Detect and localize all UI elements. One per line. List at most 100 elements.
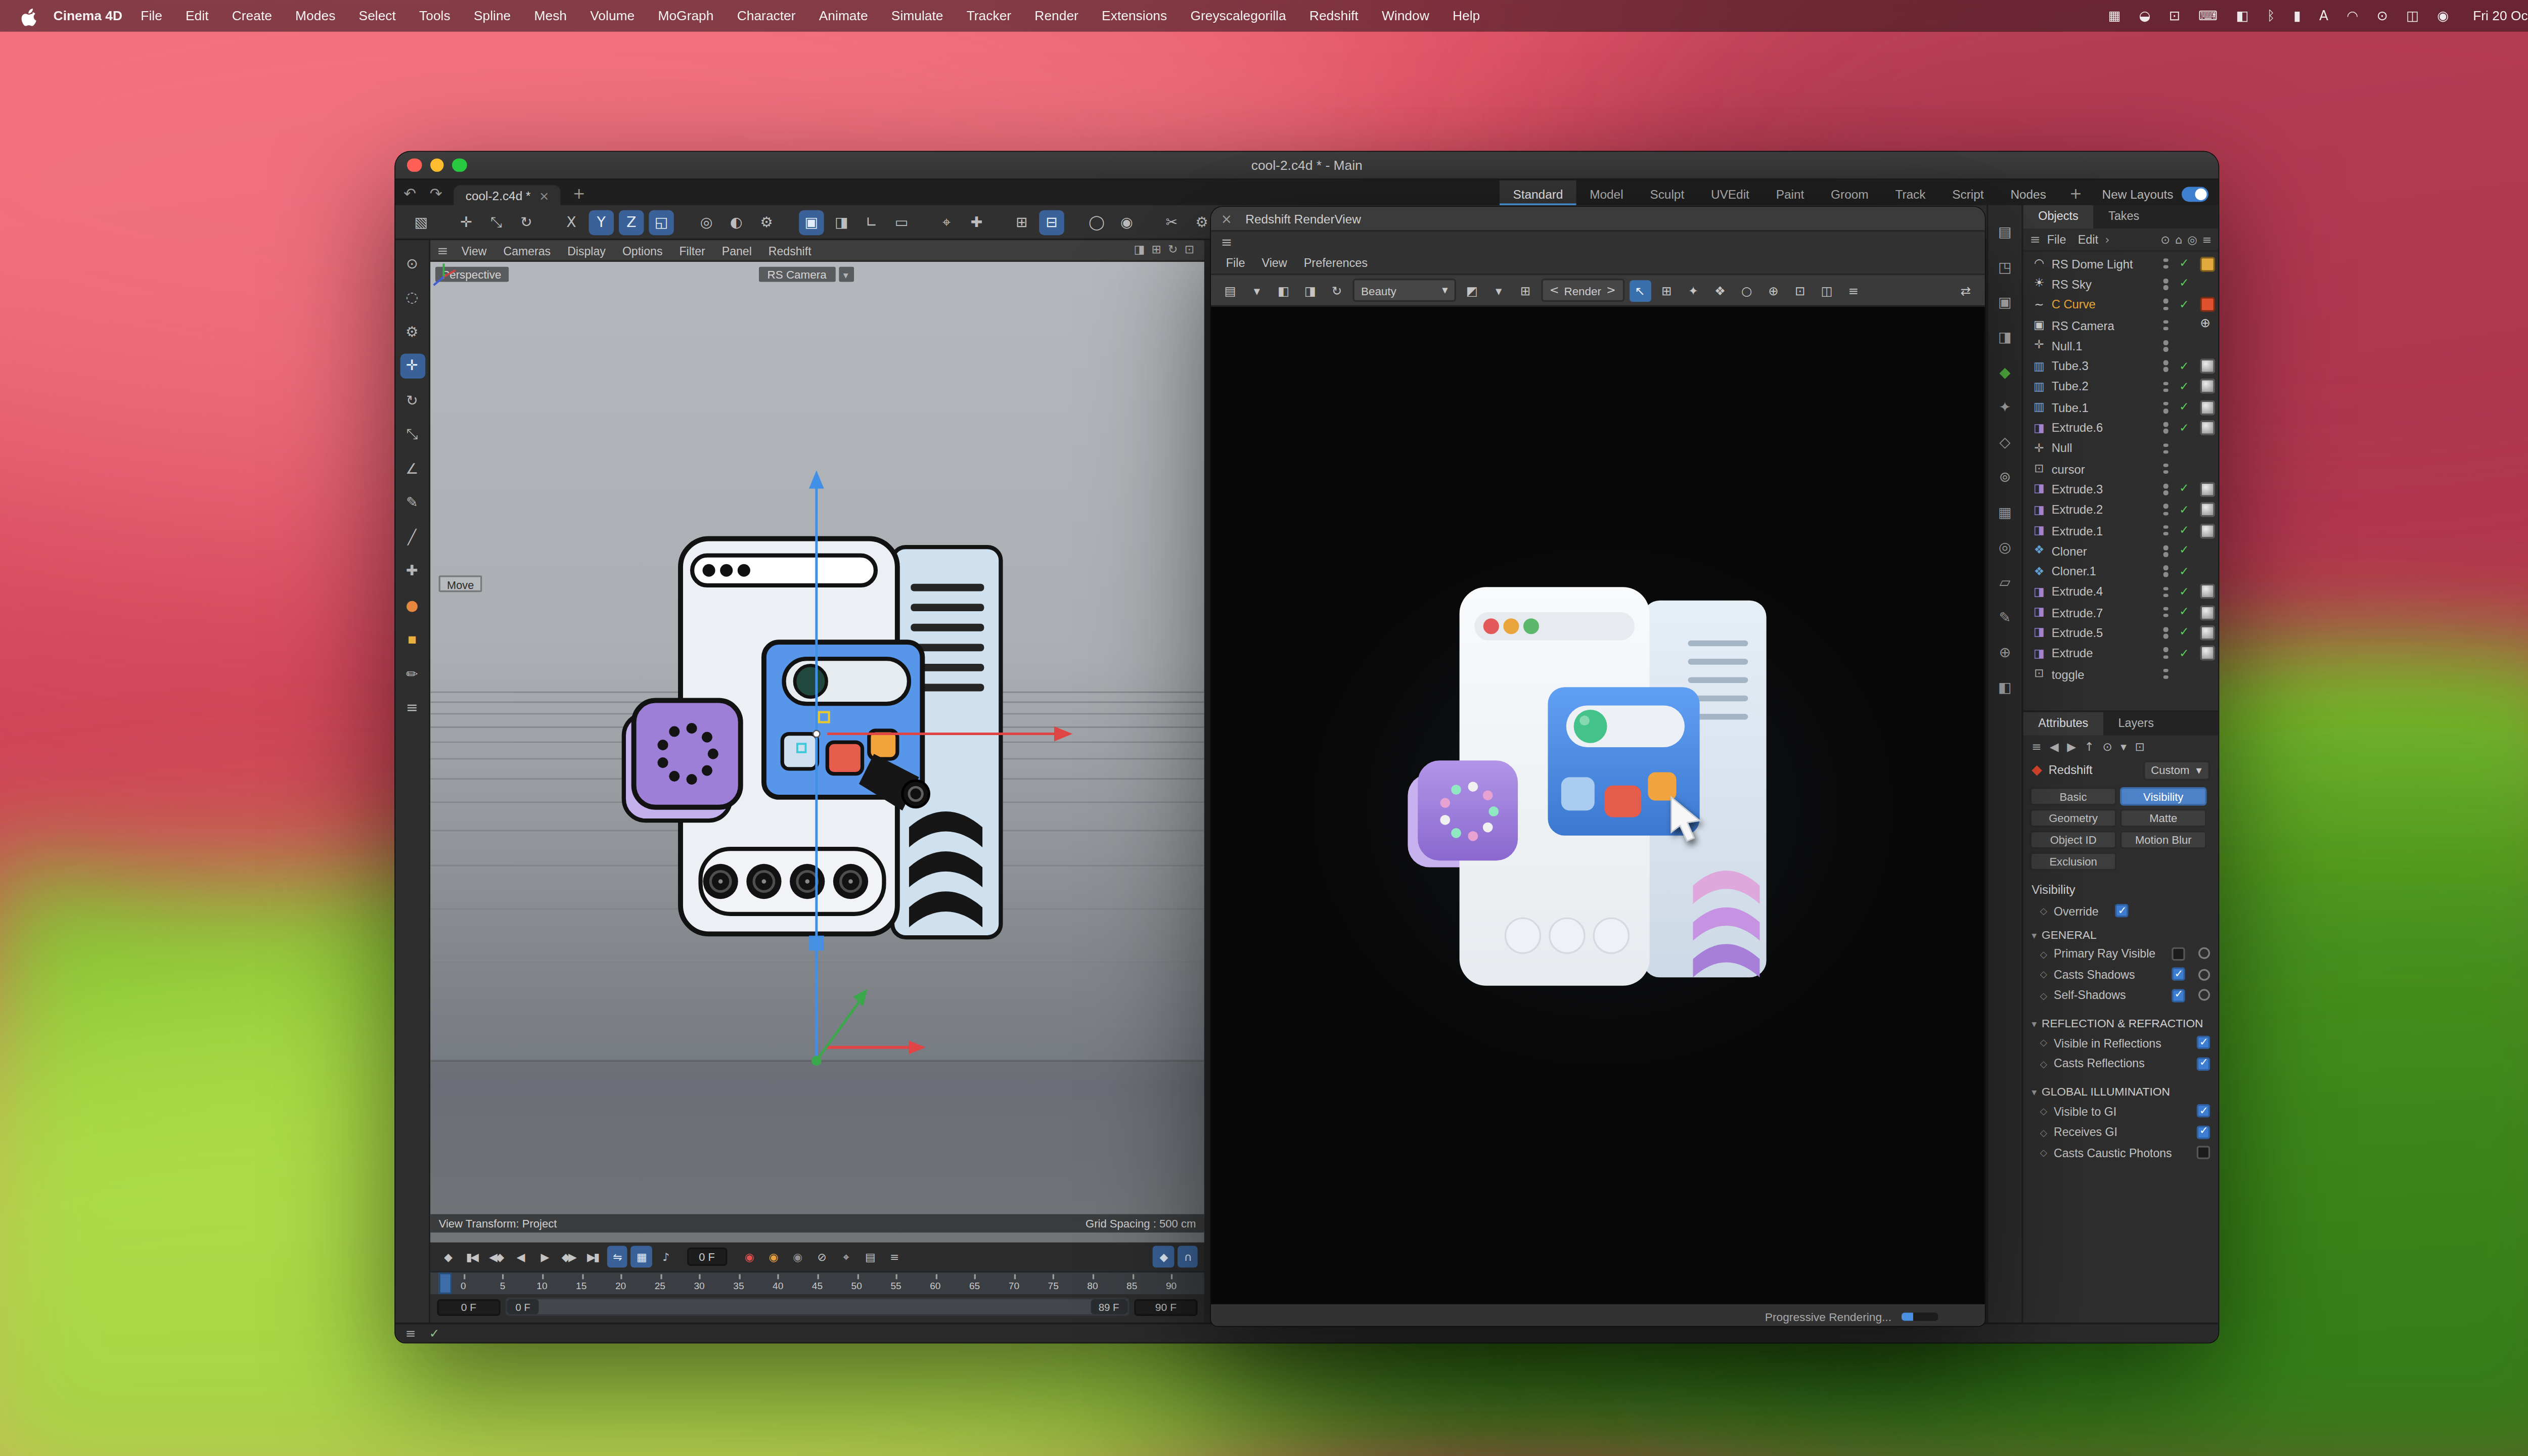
renderview-icon[interactable]: ✦ <box>1683 280 1704 301</box>
visibility-dots[interactable] <box>2161 422 2170 433</box>
object-name[interactable]: Tube.3 <box>2052 359 2157 374</box>
object-row[interactable]: ❖ Cloner ✓ <box>2023 540 2219 561</box>
visibility-dots[interactable] <box>2161 545 2170 557</box>
mode-dropdown[interactable]: Custom ▾ <box>2143 760 2210 780</box>
close-icon[interactable]: × <box>1221 211 1232 226</box>
apple-icon[interactable] <box>20 6 37 26</box>
attribute-toolbar-icon[interactable]: ⊙ <box>2102 740 2112 753</box>
toolbar-icon[interactable]: ◉ <box>1114 209 1139 234</box>
preview-start-handle[interactable]: 0 F <box>507 1299 539 1314</box>
object-name[interactable]: Extrude.6 <box>2052 420 2157 435</box>
hamburger-icon[interactable]: ≡ <box>405 1326 416 1341</box>
tag-slot[interactable] <box>2198 566 2217 577</box>
add-layout-icon[interactable]: + <box>2059 185 2092 202</box>
menu-item[interactable]: Modes <box>284 8 347 23</box>
visibility-dots[interactable] <box>2161 525 2170 536</box>
redo-icon[interactable]: ↷ <box>425 185 447 202</box>
renderview-icon[interactable]: ❖ <box>1709 280 1731 301</box>
preview-end-handle[interactable]: 89 F <box>1090 1299 1127 1314</box>
transport-icon[interactable]: ▦ <box>630 1246 651 1267</box>
render-stepper[interactable]: < Render > <box>1541 279 1624 302</box>
object-row[interactable]: ▥ Tube.3 ✓ <box>2023 356 2219 377</box>
object-row[interactable]: ☀ RS Sky ✓ <box>2023 274 2219 295</box>
range-start-field[interactable]: 0 F <box>437 1298 500 1315</box>
renderview-menu-item[interactable]: Preferences <box>1295 256 1376 269</box>
transport-icon[interactable]: ▶ <box>534 1246 555 1267</box>
keyframe-diamond-icon[interactable]: ◇ <box>2040 990 2047 1000</box>
status-icon[interactable]: ◫ <box>2397 8 2428 23</box>
toolbar-icon[interactable]: ✂ <box>1159 209 1184 234</box>
viewport-corner-icon[interactable]: ⊡ <box>1185 244 1194 257</box>
record-icon[interactable]: ◉ <box>738 1246 759 1267</box>
renderview-icon[interactable]: ≡ <box>1842 280 1864 301</box>
document-tab[interactable]: cool-2.c4d * × <box>454 185 561 207</box>
toolbar-icon[interactable]: ↻ <box>514 209 538 234</box>
transport-icon[interactable]: ◀◆ <box>485 1246 506 1267</box>
layout-tab[interactable]: Track <box>1882 180 1939 207</box>
menu-item[interactable]: MoGraph <box>646 8 725 23</box>
status-icon[interactable]: ▦ <box>2099 8 2130 23</box>
object-manager-icon[interactable]: ⌂ <box>2175 233 2182 246</box>
enabled-check-icon[interactable]: ✓ <box>2175 400 2193 414</box>
menu-item[interactable]: Animate <box>807 8 880 23</box>
object-row[interactable]: ✛ Null <box>2023 438 2219 459</box>
timeline-ruler[interactable]: 051015202530354045505560657075808590 <box>430 1271 1204 1294</box>
object-name[interactable]: Extrude <box>2052 646 2157 661</box>
object-name[interactable]: Cloner.1 <box>2052 564 2157 579</box>
toolbar-icon[interactable]: ▣ <box>799 209 824 234</box>
keyframe-diamond-icon[interactable]: ◇ <box>2040 948 2047 959</box>
status-icon[interactable]: ▮ <box>2284 8 2310 23</box>
attribute-checkbox[interactable] <box>2172 988 2185 1002</box>
autokey-icon[interactable]: ◆ <box>1153 1246 1173 1267</box>
object-row[interactable]: ◨ Extrude.3 ✓ <box>2023 479 2219 500</box>
visibility-dots[interactable] <box>2161 463 2170 474</box>
visibility-dots[interactable] <box>2161 443 2170 454</box>
status-icon[interactable]: A <box>2310 8 2337 23</box>
visibility-dots[interactable] <box>2161 627 2170 639</box>
range-end-field[interactable]: 90 F <box>1134 1298 1197 1315</box>
tool-icon[interactable]: ▪ <box>399 626 424 651</box>
visibility-dots[interactable] <box>2161 607 2170 618</box>
tool-icon[interactable]: ∠ <box>399 456 424 480</box>
viewport-menu-item[interactable]: Options <box>614 244 671 256</box>
renderview-icon[interactable]: ○ <box>1736 280 1757 301</box>
object-name[interactable]: Extrude.4 <box>2052 584 2157 600</box>
status-icon[interactable]: ◒ <box>2130 8 2159 23</box>
renderview-menu-item[interactable]: File <box>1217 256 1253 269</box>
tag-slot[interactable] <box>2198 503 2217 518</box>
toolbar-icon[interactable]: Z <box>619 209 644 234</box>
status-icon[interactable]: ⊙ <box>2368 8 2397 23</box>
layout-tab[interactable]: Nodes <box>1997 180 2059 207</box>
state-circle[interactable] <box>2198 989 2210 1001</box>
layout-tab[interactable]: UVEdit <box>1698 180 1763 207</box>
enabled-check-icon[interactable]: ✓ <box>2175 524 2193 537</box>
toolbar-icon[interactable]: ▭ <box>889 209 914 234</box>
menu-item[interactable]: Simulate <box>880 8 955 23</box>
group-header[interactable]: ▾ REFLECTION & REFRACTION <box>2023 1014 2219 1032</box>
visibility-dots[interactable] <box>2161 566 2170 577</box>
object-row[interactable]: ⊡ toggle <box>2023 664 2219 685</box>
current-frame-field[interactable]: 0 F <box>687 1248 727 1266</box>
manager-icon[interactable]: ◆ <box>1993 358 2017 383</box>
visibility-dots[interactable] <box>2161 320 2170 331</box>
enabled-check-icon[interactable]: ✓ <box>2175 606 2193 619</box>
status-icon[interactable]: ⊡ <box>2160 8 2189 23</box>
attribute-tab[interactable]: Visibility <box>2120 787 2207 805</box>
state-circle[interactable] <box>2198 948 2210 960</box>
renderview-icon[interactable]: ⊞ <box>1656 280 1678 301</box>
chevron-right-icon[interactable]: › <box>2105 232 2109 247</box>
renderview-icon[interactable]: ◧ <box>1273 280 1294 301</box>
visibility-dots[interactable] <box>2161 586 2170 598</box>
tag-slot[interactable] <box>2198 463 2217 475</box>
toolbar-icon[interactable]: X <box>559 209 583 234</box>
tag-slot[interactable] <box>2198 279 2217 290</box>
object-name[interactable]: RS Dome Light <box>2052 256 2157 271</box>
layout-tab[interactable]: Sculpt <box>1637 180 1698 207</box>
visibility-dots[interactable] <box>2161 402 2170 413</box>
tag-slot[interactable] <box>2198 625 2217 641</box>
enabled-check-icon[interactable]: ✓ <box>2175 503 2193 516</box>
object-name[interactable]: cursor <box>2052 462 2157 477</box>
tool-icon[interactable]: ✛ <box>399 353 424 378</box>
app-menu[interactable]: Cinema 4D <box>54 8 122 23</box>
tag-slot[interactable] <box>2198 584 2217 600</box>
